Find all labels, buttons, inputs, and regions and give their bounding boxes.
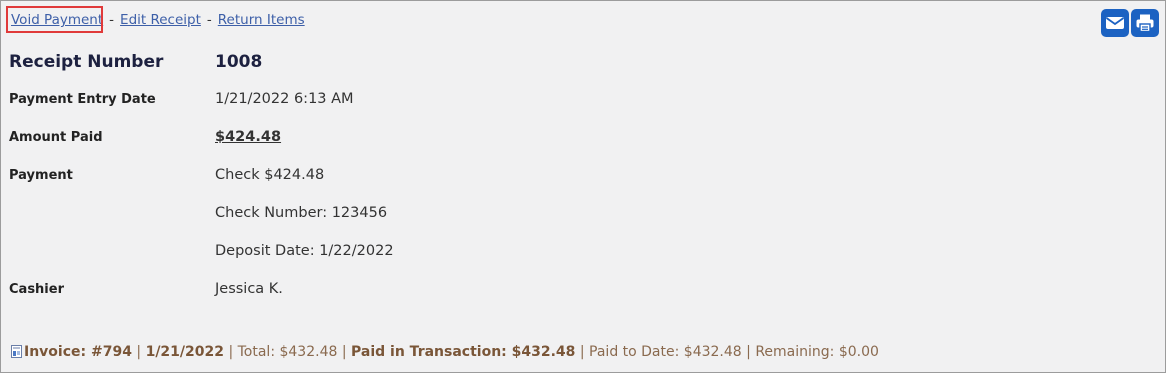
- divider: |: [341, 344, 347, 360]
- cashier-value: Jessica K.: [215, 281, 283, 297]
- invoice-summary: Invoice: #794 | 1/21/2022 | Total: $432.…: [11, 344, 879, 360]
- print-button[interactable]: [1131, 9, 1159, 37]
- link-separator: -: [109, 12, 115, 28]
- edit-receipt-link[interactable]: Edit Receipt: [120, 12, 201, 28]
- link-separator: -: [206, 12, 212, 28]
- divider: |: [228, 344, 234, 360]
- void-payment-link[interactable]: Void Payment: [11, 12, 103, 28]
- deposit-date: Deposit Date: 1/22/2022: [215, 243, 394, 259]
- check-number: Check Number: 123456: [215, 205, 388, 221]
- envelope-icon: [1105, 17, 1125, 29]
- paid-to-date: Paid to Date: $432.48: [589, 344, 742, 360]
- document-icon: [11, 345, 22, 358]
- divider: |: [579, 344, 585, 360]
- invoice-number[interactable]: Invoice: #794: [24, 344, 132, 360]
- payment-label: Payment: [9, 168, 73, 183]
- email-button[interactable]: [1101, 9, 1129, 37]
- divider: |: [746, 344, 751, 360]
- action-links: Void Payment - Edit Receipt - Return Items: [11, 12, 305, 28]
- invoice-total: Total: $432.48: [237, 344, 338, 360]
- invoice-date: 1/21/2022: [145, 344, 224, 360]
- entry-date-value: 1/21/2022 6:13 AM: [215, 91, 354, 107]
- return-items-link[interactable]: Return Items: [218, 12, 305, 28]
- receipt-number-value: 1008: [215, 52, 263, 72]
- amount-paid-value: $424.48: [215, 129, 282, 145]
- payment-method: Check $424.48: [215, 167, 325, 183]
- receipt-number-label: Receipt Number: [9, 52, 164, 72]
- paid-in-transaction: Paid in Transaction: $432.48: [351, 344, 576, 360]
- divider: |: [136, 344, 142, 360]
- printer-icon: [1136, 14, 1154, 33]
- receipt-panel: Void Payment - Edit Receipt - Return Items R…: [0, 0, 1166, 373]
- remaining-balance: Remaining: $0.00: [755, 344, 879, 360]
- amount-paid-label: Amount Paid: [9, 130, 103, 145]
- entry-date-label: Payment Entry Date: [9, 92, 156, 107]
- cashier-label: Cashier: [9, 282, 64, 297]
